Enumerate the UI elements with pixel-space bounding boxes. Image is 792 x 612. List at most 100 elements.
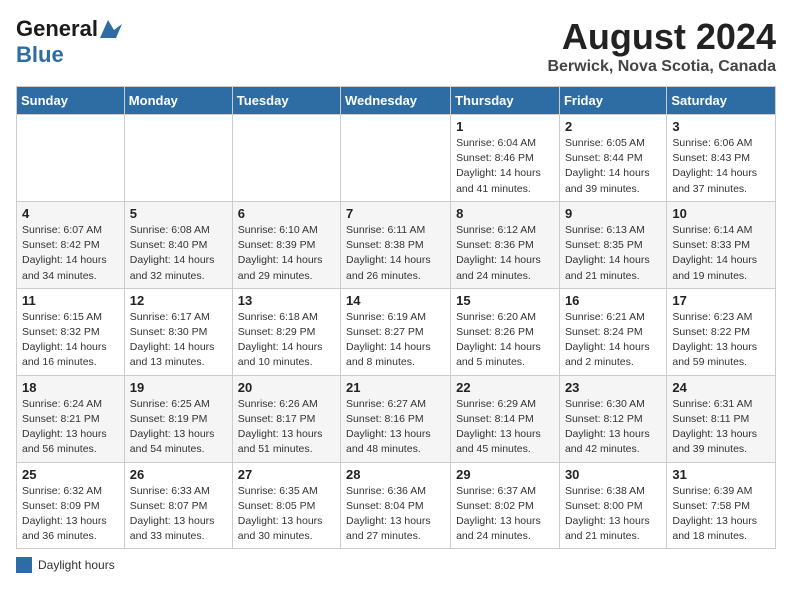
calendar-cell: 8 Sunrise: 6:12 AM Sunset: 8:36 PM Daylig… [451, 201, 560, 288]
calendar-cell: 29Sunrise: 6:37 AM Sunset: 8:02 PM Dayli… [451, 462, 560, 549]
calendar-cell: 14 Sunrise: 6:19 AM Sunset: 8:27 PM Dayli… [341, 288, 451, 375]
calendar-cell: 9 Sunrise: 6:13 AM Sunset: 8:35 PM Daylig… [559, 201, 666, 288]
sun-info: Sunrise: 6:18 AM Sunset: 8:29 PM Dayligh… [238, 310, 335, 371]
sun-info: Sunrise: 6:06 AM Sunset: 8:43 PM Dayligh… [672, 136, 770, 197]
day-number: 30 [565, 467, 661, 482]
sun-info: Sunrise: 6:15 AM Sunset: 8:32 PM Dayligh… [22, 310, 119, 371]
sun-info: Sunrise: 6:08 AM Sunset: 8:40 PM Dayligh… [130, 223, 227, 284]
calendar-cell [341, 115, 451, 202]
calendar-cell: 31 Sunrise: 6:39 AM Sunset: 7:58 PM Dayli… [667, 462, 776, 549]
day-number: 23 [565, 380, 661, 395]
sun-info: Sunrise: 6:39 AM Sunset: 7:58 PM Dayligh… [672, 484, 770, 545]
calendar-cell: 24 Sunrise: 6:31 AM Sunset: 8:11 PM Dayli… [667, 375, 776, 462]
calendar-cell: 10Sunrise: 6:14 AM Sunset: 8:33 PM Dayli… [667, 201, 776, 288]
calendar-cell: 22Sunrise: 6:29 AM Sunset: 8:14 PM Dayli… [451, 375, 560, 462]
day-number: 25 [22, 467, 119, 482]
calendar-cell [124, 115, 232, 202]
day-number: 15 [456, 293, 554, 308]
sun-info: Sunrise: 6:29 AM Sunset: 8:14 PM Dayligh… [456, 397, 554, 458]
logo: General Blue [16, 16, 122, 68]
calendar-cell: 30 Sunrise: 6:38 AM Sunset: 8:00 PM Dayli… [559, 462, 666, 549]
day-header: Saturday [667, 87, 776, 115]
month-title: August 2024 [547, 16, 776, 58]
day-number: 31 [672, 467, 770, 482]
day-number: 26 [130, 467, 227, 482]
day-header: Sunday [17, 87, 125, 115]
calendar-cell [232, 115, 340, 202]
day-number: 14 [346, 293, 445, 308]
header: General Blue August 2024 Berwick, Nova S… [16, 16, 776, 76]
calendar-cell: 25 Sunrise: 6:32 AM Sunset: 8:09 PM Dayli… [17, 462, 125, 549]
day-number: 20 [238, 380, 335, 395]
calendar-cell: 12 Sunrise: 6:17 AM Sunset: 8:30 PM Dayli… [124, 288, 232, 375]
sun-info: Sunrise: 6:33 AM Sunset: 8:07 PM Dayligh… [130, 484, 227, 545]
sun-info: Sunrise: 6:37 AM Sunset: 8:02 PM Dayligh… [456, 484, 554, 545]
calendar-cell: 13 Sunrise: 6:18 AM Sunset: 8:29 PM Dayli… [232, 288, 340, 375]
sun-info: Sunrise: 6:20 AM Sunset: 8:26 PM Dayligh… [456, 310, 554, 371]
day-number: 19 [130, 380, 227, 395]
day-number: 9 [565, 206, 661, 221]
day-number: 3 [672, 119, 770, 134]
day-number: 21 [346, 380, 445, 395]
day-header: Friday [559, 87, 666, 115]
logo-bird-icon [100, 20, 122, 38]
calendar-cell: 16 Sunrise: 6:21 AM Sunset: 8:24 PM Dayli… [559, 288, 666, 375]
day-number: 27 [238, 467, 335, 482]
sun-info: Sunrise: 6:26 AM Sunset: 8:17 PM Dayligh… [238, 397, 335, 458]
location-title: Berwick, Nova Scotia, Canada [547, 58, 776, 76]
sun-info: Sunrise: 6:27 AM Sunset: 8:16 PM Dayligh… [346, 397, 445, 458]
sun-info: Sunrise: 6:21 AM Sunset: 8:24 PM Dayligh… [565, 310, 661, 371]
day-header: Thursday [451, 87, 560, 115]
sun-info: Sunrise: 6:12 AM Sunset: 8:36 PM Dayligh… [456, 223, 554, 284]
day-number: 8 [456, 206, 554, 221]
sun-info: Sunrise: 6:04 AM Sunset: 8:46 PM Dayligh… [456, 136, 554, 197]
calendar-cell: 7 Sunrise: 6:11 AM Sunset: 8:38 PM Daylig… [341, 201, 451, 288]
sun-info: Sunrise: 6:10 AM Sunset: 8:39 PM Dayligh… [238, 223, 335, 284]
sun-info: Sunrise: 6:05 AM Sunset: 8:44 PM Dayligh… [565, 136, 661, 197]
sun-info: Sunrise: 6:31 AM Sunset: 8:11 PM Dayligh… [672, 397, 770, 458]
calendar-cell: 19 Sunrise: 6:25 AM Sunset: 8:19 PM Dayli… [124, 375, 232, 462]
sun-info: Sunrise: 6:07 AM Sunset: 8:42 PM Dayligh… [22, 223, 119, 284]
sun-info: Sunrise: 6:19 AM Sunset: 8:27 PM Dayligh… [346, 310, 445, 371]
calendar-cell: 17Sunrise: 6:23 AM Sunset: 8:22 PM Dayli… [667, 288, 776, 375]
day-number: 12 [130, 293, 227, 308]
logo-general: General [16, 16, 98, 42]
sun-info: Sunrise: 6:32 AM Sunset: 8:09 PM Dayligh… [22, 484, 119, 545]
day-number: 16 [565, 293, 661, 308]
day-number: 18 [22, 380, 119, 395]
calendar-cell: 1Sunrise: 6:04 AM Sunset: 8:46 PM Daylig… [451, 115, 560, 202]
sun-info: Sunrise: 6:24 AM Sunset: 8:21 PM Dayligh… [22, 397, 119, 458]
sun-info: Sunrise: 6:11 AM Sunset: 8:38 PM Dayligh… [346, 223, 445, 284]
day-header: Wednesday [341, 87, 451, 115]
logo-blue: Blue [16, 42, 64, 67]
sun-info: Sunrise: 6:38 AM Sunset: 8:00 PM Dayligh… [565, 484, 661, 545]
calendar-cell: 5 Sunrise: 6:08 AM Sunset: 8:40 PM Daylig… [124, 201, 232, 288]
calendar-cell: 2 Sunrise: 6:05 AM Sunset: 8:44 PM Daylig… [559, 115, 666, 202]
day-number: 2 [565, 119, 661, 134]
calendar-cell: 11 Sunrise: 6:15 AM Sunset: 8:32 PM Dayli… [17, 288, 125, 375]
calendar-cell: 15 Sunrise: 6:20 AM Sunset: 8:26 PM Dayli… [451, 288, 560, 375]
calendar-cell [17, 115, 125, 202]
day-number: 13 [238, 293, 335, 308]
day-number: 4 [22, 206, 119, 221]
calendar-cell: 26 Sunrise: 6:33 AM Sunset: 8:07 PM Dayli… [124, 462, 232, 549]
calendar-cell: 6 Sunrise: 6:10 AM Sunset: 8:39 PM Daylig… [232, 201, 340, 288]
calendar: SundayMondayTuesdayWednesdayThursdayFrid… [16, 86, 776, 549]
title-area: August 2024 Berwick, Nova Scotia, Canada [547, 16, 776, 76]
sun-info: Sunrise: 6:30 AM Sunset: 8:12 PM Dayligh… [565, 397, 661, 458]
day-header: Tuesday [232, 87, 340, 115]
day-number: 11 [22, 293, 119, 308]
calendar-cell: 28Sunrise: 6:36 AM Sunset: 8:04 PM Dayli… [341, 462, 451, 549]
day-number: 28 [346, 467, 445, 482]
day-number: 5 [130, 206, 227, 221]
sun-info: Sunrise: 6:25 AM Sunset: 8:19 PM Dayligh… [130, 397, 227, 458]
calendar-cell: 20 Sunrise: 6:26 AM Sunset: 8:17 PM Dayli… [232, 375, 340, 462]
day-number: 6 [238, 206, 335, 221]
legend-box [16, 557, 32, 573]
calendar-cell: 21 Sunrise: 6:27 AM Sunset: 8:16 PM Dayli… [341, 375, 451, 462]
sun-info: Sunrise: 6:17 AM Sunset: 8:30 PM Dayligh… [130, 310, 227, 371]
day-number: 7 [346, 206, 445, 221]
day-number: 17 [672, 293, 770, 308]
sun-info: Sunrise: 6:13 AM Sunset: 8:35 PM Dayligh… [565, 223, 661, 284]
day-number: 24 [672, 380, 770, 395]
